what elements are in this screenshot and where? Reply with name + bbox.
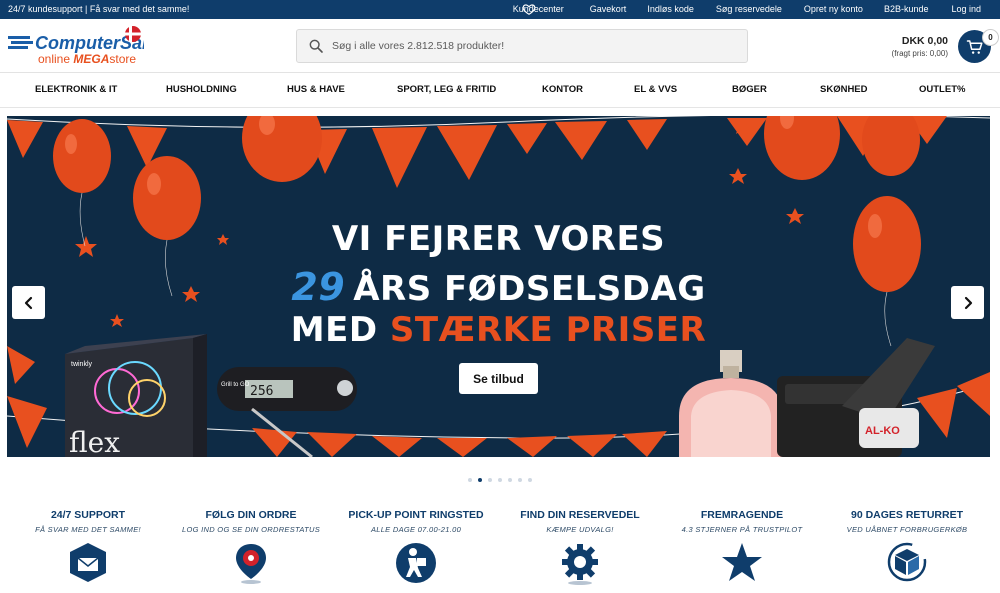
thermometer-display: 256	[250, 384, 273, 399]
link-b2b[interactable]: B2B-kunde	[884, 4, 929, 14]
support-envelope-icon	[70, 543, 106, 582]
carousel-dots	[0, 478, 1000, 482]
return-box-icon	[887, 542, 927, 582]
hero-line-2-text: ÅRS FØDSELSDAG	[353, 269, 706, 309]
cart-count-badge: 0	[982, 29, 999, 46]
link-log-ind[interactable]: Log ind	[951, 4, 981, 14]
usp-spare-parts[interactable]: FIND DIN RESERVEDEL KÆMPE UDVALG!	[500, 509, 660, 585]
usp-subtitle: 4.3 STJERNER PÅ TRUSTPILOT	[681, 525, 803, 534]
nav-outlet[interactable]: OUTLET%	[919, 84, 965, 95]
carousel-dot-4[interactable]	[498, 478, 502, 482]
hero-line-3-accent: STÆRKE PRISER	[389, 310, 707, 350]
carousel-dot-3[interactable]	[488, 478, 492, 482]
search-icon[interactable]	[308, 38, 324, 54]
star-icon	[722, 543, 762, 581]
support-promo: 24/7 kundesupport | Få svar med det samm…	[8, 4, 190, 14]
hero-age: 29	[291, 265, 346, 309]
nav-kontor[interactable]: KONTOR	[542, 84, 583, 95]
usp-pickup-point[interactable]: PICK-UP POINT RINGSTED ALLE DAGE 07.00-2…	[336, 509, 496, 583]
carousel-dot-5[interactable]	[508, 478, 512, 482]
usp-title: 90 DAGES RETURRET	[850, 509, 964, 521]
link-opret-konto[interactable]: Opret ny konto	[804, 4, 863, 14]
hero-line-2: 29 ÅRS FØDSELSDAG	[7, 265, 990, 309]
usp-title: FIND DIN RESERVEDEL	[520, 509, 640, 521]
nav-hus-have[interactable]: HUS & HAVE	[287, 84, 345, 95]
see-offers-button[interactable]: Se tilbud	[459, 363, 538, 394]
nav-boger[interactable]: BØGER	[732, 84, 767, 95]
svg-text:online MEGAstore: online MEGAstore	[38, 52, 136, 66]
top-bar: 24/7 kundesupport | Få svar med det samm…	[0, 0, 1000, 19]
header: ComputerSalg online MEGAstore DKK 0,00 (…	[0, 19, 1000, 73]
usp-track-order[interactable]: FØLG DIN ORDRE LOG IND OG SE DIN ORDREST…	[171, 509, 331, 584]
nav-sport-leg-fritid[interactable]: SPORT, LEG & FRITID	[397, 84, 496, 95]
usp-return-policy[interactable]: 90 DAGES RETURRET VED UÅBNET FORBRUGERKØ…	[827, 509, 987, 582]
carousel-next-button[interactable]	[951, 286, 984, 319]
carousel-dot-1[interactable]	[468, 478, 472, 482]
hero-line-3-text: MED	[290, 310, 390, 350]
hero-line-1: VI FEJRER VORES	[331, 219, 666, 259]
flex-product-label: flex	[69, 426, 120, 457]
cart-amount: DKK 0,00	[901, 35, 948, 47]
cart-summary[interactable]: DKK 0,00 (fragt pris: 0,00)	[892, 35, 948, 58]
link-kundecenter[interactable]: Kundecenter	[513, 4, 564, 14]
link-gavekort[interactable]: Gavekort	[590, 4, 627, 14]
usp-subtitle: VED UÅBNET FORBRUGERKØB	[846, 525, 968, 534]
usp-subtitle: KÆMPE UDVALG!	[546, 525, 614, 534]
chevron-right-icon	[964, 296, 972, 309]
computersalg-logo[interactable]: ComputerSalg online MEGAstore	[8, 25, 144, 67]
search-box[interactable]	[296, 29, 748, 63]
carousel-prev-button[interactable]	[12, 286, 45, 319]
nav-skonhed[interactable]: SKØNHED	[820, 84, 868, 95]
twinkly-brand: twinkly	[71, 361, 93, 368]
nav-elektronik-it[interactable]: ELEKTRONIK & IT	[35, 84, 117, 95]
link-indlos-kode[interactable]: Indløs kode	[647, 4, 694, 14]
usp-title: FØLG DIN ORDRE	[205, 509, 297, 521]
hero-banner[interactable]: twinkly flex 256 Grill to GO AL-KO VI FE…	[7, 116, 990, 457]
link-sog-reservedele[interactable]: Søg reservedele	[716, 4, 782, 14]
delivery-person-icon	[396, 543, 436, 583]
usp-trustpilot[interactable]: FREMRAGENDE 4.3 STJERNER PÅ TRUSTPILOT	[662, 509, 822, 581]
cart-icon	[966, 39, 982, 54]
thermometer-brand: Grill to GO	[221, 382, 250, 388]
usp-title: PICK-UP POINT RINGSTED	[348, 509, 484, 521]
nav-husholdning[interactable]: HUSHOLDNING	[166, 84, 237, 95]
carousel-dot-7[interactable]	[528, 478, 532, 482]
carousel-dot-6[interactable]	[518, 478, 522, 482]
usp-subtitle: LOG IND OG SE DIN ORDRESTATUS	[181, 525, 321, 534]
usp-subtitle: ALLE DAGE 07.00-21.00	[370, 525, 462, 534]
search-input[interactable]	[332, 40, 732, 52]
nav-el-vvs[interactable]: EL & VVS	[634, 84, 677, 95]
location-pin-icon	[236, 544, 266, 584]
hero-line-3: MED STÆRKE PRISER	[7, 310, 990, 350]
usp-subtitle: FÅ SVAR MED DET SAMME!	[35, 525, 141, 534]
chevron-left-icon	[24, 296, 32, 309]
gear-icon	[562, 544, 598, 585]
usp-title: 24/7 SUPPORT	[50, 509, 126, 521]
top-links: Kundecenter Gavekort Indløs kode Søg res…	[513, 4, 981, 14]
category-nav: ELEKTRONIK & IT HUSHOLDNING HUS & HAVE S…	[0, 73, 1000, 108]
carousel-dot-2[interactable]	[478, 478, 482, 482]
usp-title: FREMRAGENDE	[700, 509, 784, 521]
cart-shipping: (fragt pris: 0,00)	[891, 49, 948, 58]
usp-support[interactable]: 24/7 SUPPORT FÅ SVAR MED DET SAMME!	[8, 509, 168, 582]
alko-brand: AL-KO	[865, 425, 900, 437]
